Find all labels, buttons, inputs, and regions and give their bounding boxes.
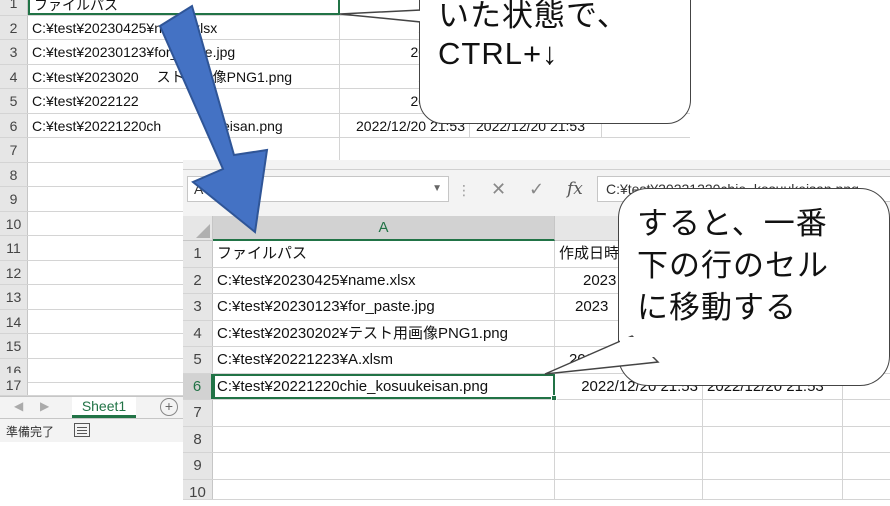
select-all-button[interactable] [183,216,213,241]
table-row: 10 [183,479,890,501]
row-header[interactable]: 8 [183,426,213,452]
cell-file-path[interactable] [28,138,340,162]
name-box-value: A [194,181,204,197]
cell-file-path[interactable]: C:¥test¥2022122 [28,89,340,113]
cell-modified[interactable] [703,426,843,452]
cell-file-path[interactable]: C:¥test¥20230425¥name.xlsx [213,267,555,293]
status-text: 準備完了 [6,425,55,439]
row-header[interactable]: 4 [183,320,213,346]
table-row: 8 [183,426,890,453]
insert-function-icon[interactable]: fx [567,179,583,199]
row-header[interactable]: 2 [183,267,213,293]
row-header[interactable]: 1 [0,0,28,15]
cell-file-path[interactable]: ファイルパス [28,0,340,15]
row-header-selected[interactable]: 6 [183,373,213,399]
cell-file-path[interactable] [213,400,555,426]
cell-file-path[interactable]: C:¥test¥20221220ch ukeisan.png [28,113,340,137]
cell-created[interactable] [555,453,703,479]
table-row: 7 [0,138,690,163]
status-bar: 準備完了 [0,418,184,442]
row-header[interactable]: 2 [0,15,28,39]
cell-file-path[interactable]: C:¥test¥20230123¥for_paste.jpg [28,40,340,64]
row-header[interactable]: 11 [0,236,28,260]
check-icon[interactable]: ✓ [529,179,544,200]
row-header[interactable]: 5 [183,347,213,373]
sheet-tab-bar: ◀ ▶ Sheet1 + [0,396,184,418]
callout-bubble-bottom: すると、一番 下の行のセル に移動する [618,188,890,386]
row-header[interactable]: 14 [0,309,28,333]
callout-bubble-top: いた状態で、 CTRL+↓ [419,0,691,124]
cell-created[interactable] [555,479,703,499]
row-header[interactable]: 8 [0,162,28,186]
column-header-a[interactable]: A [213,216,555,241]
cell-file-path[interactable]: C:¥test¥2023020 スト用画像PNG1.png [28,64,340,88]
row-header[interactable]: 5 [0,89,28,113]
accessibility-icon[interactable] [74,423,90,437]
callout-line: 下の行のセル [637,248,829,283]
row-header[interactable]: 6 [0,113,28,137]
ribbon-edge [183,160,890,170]
cell-file-path[interactable] [213,479,555,499]
cell-file-path[interactable]: C:¥test¥20221223¥A.xlsm [213,347,555,373]
row-header[interactable]: 4 [0,64,28,88]
cell-file-path[interactable]: C:¥test¥20230202¥テスト用画像PNG1.png [213,320,555,346]
sheet-next-icon[interactable]: ▶ [40,399,49,413]
row-header[interactable]: 9 [0,187,28,211]
cell-modified[interactable] [703,453,843,479]
callout-text-top: いた状態で、 CTRL+↓ [438,0,629,73]
cell-created[interactable] [555,426,703,452]
active-cell-border [213,373,557,401]
row-header[interactable]: 7 [0,138,28,162]
select-all-triangle-icon [196,224,210,238]
row-header[interactable]: 17 [0,373,28,395]
cell-path-tail: スト用画像PNG1.png [156,68,293,85]
callout-text-bottom: すると、一番 下の行のセル に移動する [637,203,829,329]
cell-file-path[interactable] [213,426,555,452]
row-header[interactable]: 9 [183,453,213,479]
sheet-tab[interactable]: Sheet1 [72,397,136,418]
sheet-prev-icon[interactable]: ◀ [14,399,23,413]
cancel-icon[interactable]: ✕ [491,179,506,200]
callout-line: すると、一番 [637,206,828,241]
row-header[interactable]: 3 [0,40,28,64]
row-header[interactable]: 12 [0,260,28,284]
cell-file-path[interactable]: C:¥test¥20230123¥for_paste.jpg [213,294,555,320]
name-box[interactable]: A ▼ [187,176,449,202]
more-icon: ⋮ [457,182,471,198]
callout-line: に移動する [637,290,797,325]
cell-modified[interactable] [703,479,843,499]
row-header[interactable]: 10 [0,211,28,235]
chevron-down-icon[interactable]: ▼ [432,177,442,201]
cell-file-path[interactable]: C:¥test¥20230425¥name.xlsx [28,15,340,39]
table-row: 9 [183,453,890,480]
row-header[interactable]: 13 [0,285,28,309]
cell-modified[interactable] [703,400,843,426]
cell-file-path[interactable] [213,453,555,479]
callout-line: いた状態で、 [438,0,629,33]
row-header[interactable]: 1 [183,241,213,267]
cell-path-head: C:¥test¥2023020 [32,68,139,85]
cell-created[interactable] [555,400,703,426]
cell-path-tail: ukeisan.png [207,117,283,134]
row-header[interactable]: 15 [0,334,28,358]
cell-file-path[interactable]: ファイルパス [213,241,555,267]
callout-line: CTRL+↓ [438,36,559,71]
table-row: 7 [183,400,890,427]
row-header[interactable]: 3 [183,294,213,320]
cell-path-head: C:¥test¥20221220ch [32,117,162,134]
add-sheet-icon[interactable]: + [160,398,178,416]
row-header[interactable]: 10 [183,479,213,501]
row-header[interactable]: 7 [183,400,213,426]
